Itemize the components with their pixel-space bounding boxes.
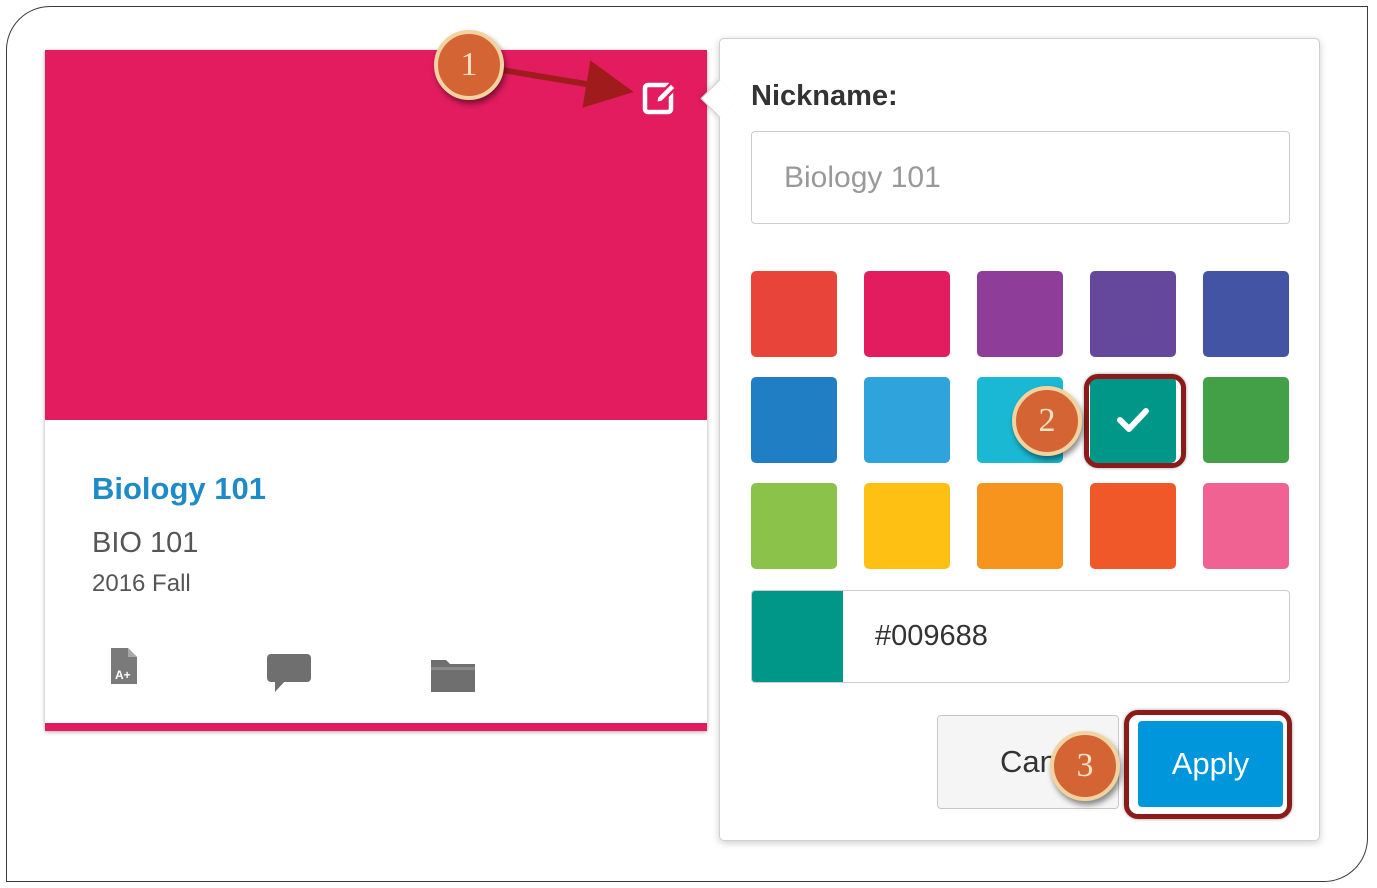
course-card[interactable]: Biology 101 BIO 101 2016 Fall A+: [45, 50, 707, 731]
color-swatch[interactable]: [1203, 377, 1289, 463]
course-term: 2016 Fall: [92, 570, 191, 597]
callout-2: 2: [1012, 386, 1082, 456]
color-swatch[interactable]: [751, 377, 837, 463]
edit-icon[interactable]: [642, 79, 680, 117]
grades-icon[interactable]: A+: [111, 648, 137, 684]
hex-input[interactable]: [843, 591, 1289, 682]
card-color-header[interactable]: [45, 50, 707, 420]
color-swatch[interactable]: [751, 483, 837, 569]
apply-button-highlight: [1124, 710, 1292, 819]
color-swatch[interactable]: [864, 271, 950, 357]
color-swatch[interactable]: [977, 483, 1063, 569]
hex-color-field[interactable]: [751, 590, 1290, 683]
color-swatch[interactable]: [1203, 271, 1289, 357]
color-swatch[interactable]: [1090, 271, 1176, 357]
color-swatch[interactable]: [864, 377, 950, 463]
course-title-link[interactable]: Biology 101: [92, 471, 266, 507]
color-swatch[interactable]: [751, 271, 837, 357]
files-icon[interactable]: [431, 656, 475, 692]
nickname-label: Nickname:: [751, 80, 898, 112]
course-code: BIO 101: [92, 527, 199, 559]
callout-3: 3: [1050, 731, 1120, 801]
color-swatch[interactable]: [977, 271, 1063, 357]
color-swatch[interactable]: [1203, 483, 1289, 569]
color-swatch[interactable]: [864, 483, 950, 569]
nickname-input[interactable]: [751, 131, 1290, 224]
discussion-icon[interactable]: [267, 654, 311, 692]
svg-text:A+: A+: [115, 668, 131, 682]
callout-1: 1: [434, 30, 504, 100]
color-preview: [752, 591, 843, 682]
selected-swatch-highlight: [1084, 374, 1186, 468]
color-swatch[interactable]: [1090, 483, 1176, 569]
